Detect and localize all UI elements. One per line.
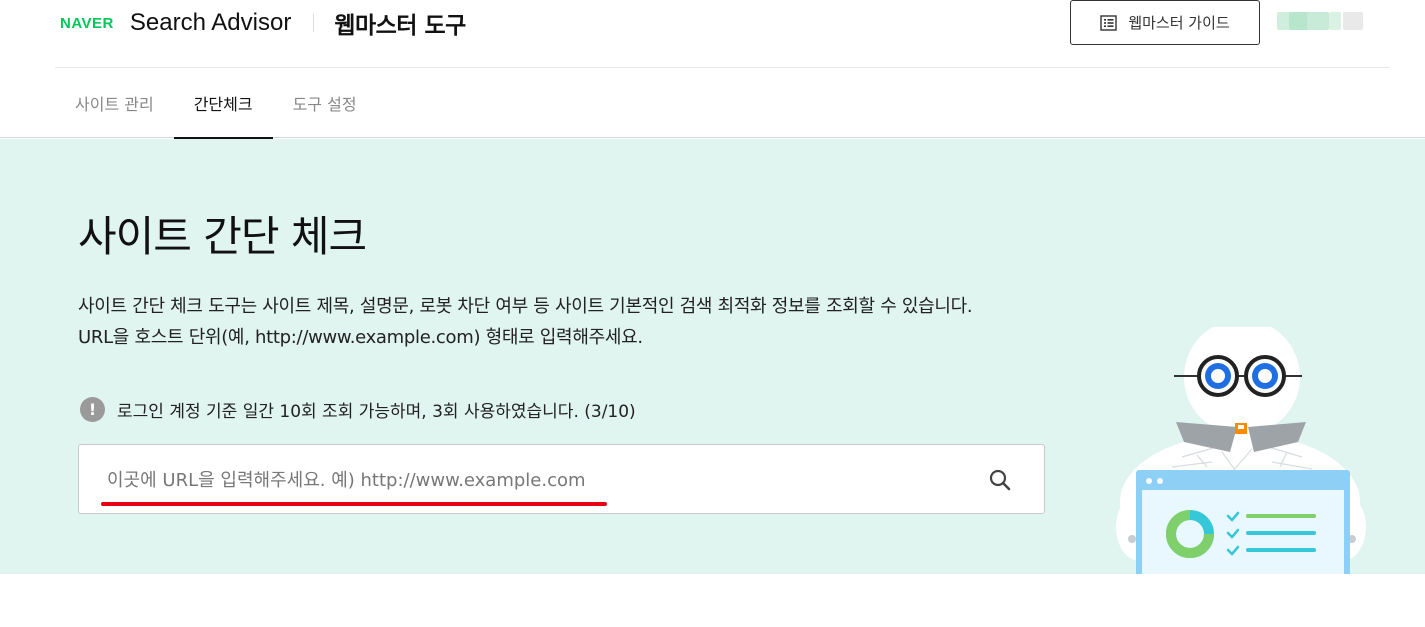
search-button[interactable] bbox=[985, 465, 1015, 495]
url-input[interactable] bbox=[107, 467, 967, 493]
naver-logo[interactable]: NAVER bbox=[60, 15, 114, 32]
page-title: 사이트 간단 체크 bbox=[78, 212, 367, 261]
brand[interactable]: NAVER Search Advisor 웹마스터 도구 bbox=[60, 6, 466, 40]
site-check-section: 사이트 간단 체크 사이트 간단 체크 도구는 사이트 제목, 설명문, 로봇 … bbox=[0, 139, 1425, 574]
search-icon bbox=[985, 469, 1015, 499]
user-account[interactable] bbox=[1277, 12, 1363, 30]
url-search-box bbox=[78, 444, 1045, 514]
tab-simple-check[interactable]: 간단체크 bbox=[173, 68, 273, 139]
brand-divider bbox=[313, 14, 315, 32]
document-list-icon bbox=[1100, 14, 1118, 31]
robot-illustration bbox=[1112, 319, 1372, 574]
tab-tool-settings[interactable]: 도구 설정 bbox=[273, 68, 377, 138]
webmaster-guide-button[interactable]: 웹마스터 가이드 bbox=[1070, 0, 1260, 45]
usage-notice-text: 로그인 계정 기준 일간 10회 조회 가능하며, 3회 사용하였습니다. (3… bbox=[117, 402, 636, 422]
description-line-2: URL을 호스트 단위(예, http://www.example.com) 형… bbox=[78, 327, 643, 348]
description-line-1: 사이트 간단 체크 도구는 사이트 제목, 설명문, 로봇 차단 여부 등 사이… bbox=[78, 296, 973, 317]
tab-nav: 사이트 관리 간단체크 도구 설정 bbox=[55, 68, 377, 139]
product-name[interactable]: Search Advisor bbox=[130, 9, 291, 37]
header: NAVER Search Advisor 웹마스터 도구 웹마스터 가이드 사이… bbox=[0, 0, 1425, 139]
red-underline-annotation bbox=[101, 502, 607, 506]
info-icon: ! bbox=[80, 397, 105, 422]
tool-title[interactable]: 웹마스터 도구 bbox=[334, 6, 466, 40]
tab-site-management[interactable]: 사이트 관리 bbox=[55, 68, 174, 138]
page-description: 사이트 간단 체크 도구는 사이트 제목, 설명문, 로봇 차단 여부 등 사이… bbox=[78, 291, 973, 353]
webmaster-guide-label: 웹마스터 가이드 bbox=[1128, 14, 1230, 32]
usage-notice: ! 로그인 계정 기준 일간 10회 조회 가능하며, 3회 사용하였습니다. … bbox=[80, 397, 636, 422]
